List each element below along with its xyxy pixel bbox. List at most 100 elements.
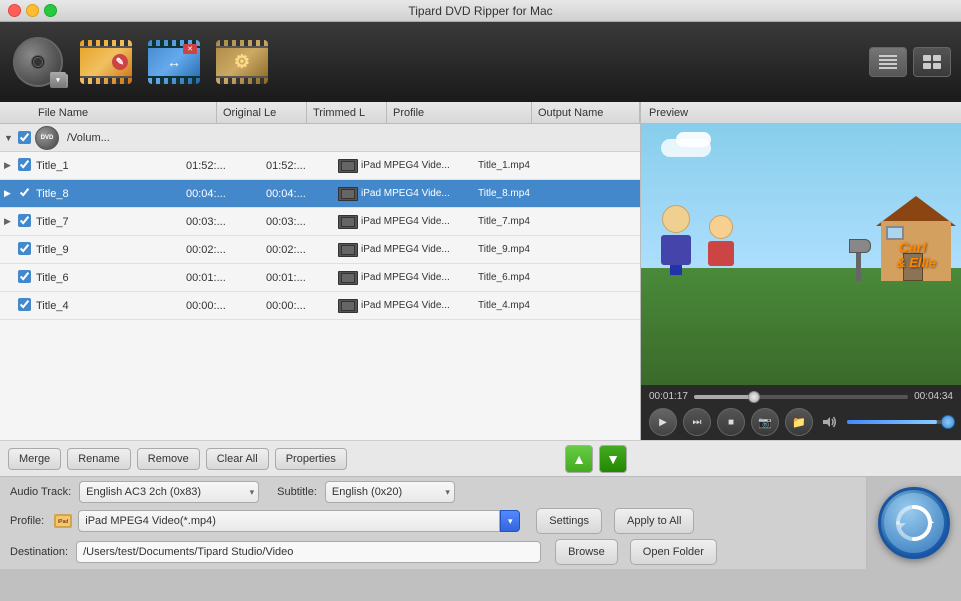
maximize-button[interactable] [44,4,57,17]
file-list-section: File Name Original Le Trimmed L Profile … [0,102,641,440]
bottom-buttons: Merge Rename Remove Clear All Properties… [0,440,961,476]
apply-to-all-button[interactable]: Apply to All [614,508,694,534]
volume-thumb[interactable] [941,415,955,429]
play-button[interactable]: ▶ [649,408,677,436]
convert-button[interactable] [878,487,950,559]
char-head2 [709,215,733,239]
folder-icon: 📁 [792,416,806,429]
forward-icon: ⏭ [693,417,702,428]
row-checkbox[interactable] [18,214,31,227]
file-list-header: File Name Original Le Trimmed L Profile … [0,102,640,124]
dvd-open-button[interactable]: ▾ ▾ [10,34,66,90]
subtitle-select[interactable]: English (0x20) [325,481,455,503]
preview-scene: Carl & Ellie [641,124,961,385]
stop-button[interactable]: ■ [717,408,745,436]
up-arrow-icon: ▲ [572,451,586,467]
cell-original: 00:00:... [186,300,266,312]
row-checkbox[interactable] [18,242,31,255]
ground-background [641,268,961,385]
cell-trimmed: 00:04:... [266,188,338,200]
row-checkbox-container [18,242,36,258]
char-body2 [708,241,734,266]
destination-input[interactable] [76,541,541,563]
rename-button[interactable]: Rename [67,448,131,470]
screenshot-button[interactable]: 📷 [751,408,779,436]
settings-and-convert: Audio Track: English AC3 2ch (0x83) Subt… [0,476,961,569]
audio-track-select[interactable]: English AC3 2ch (0x83) [79,481,259,503]
progress-bar-row: 00:01:17 00:04:34 [649,391,953,402]
convert-icon [884,493,944,553]
minimize-button[interactable] [26,4,39,17]
merge-button[interactable]: Merge [8,448,61,470]
window-title: Tipard DVD Ripper for Mac [408,4,552,18]
progress-thumb[interactable] [748,391,760,403]
root-expand-triangle[interactable]: ▼ [4,133,14,143]
row-checkbox-container [18,158,36,174]
table-row[interactable]: ▶ Title_7 00:03:... 00:03:... iPad MPEG4… [0,208,640,236]
character-old [651,205,701,275]
cell-trimmed: 00:00:... [266,300,338,312]
cell-profile: iPad MPEG4 Vide... [361,272,471,283]
move-up-button[interactable]: ▲ [565,445,593,473]
row-expand-icon[interactable]: ▶ [4,160,18,171]
properties-button[interactable]: Properties [275,448,347,470]
window-controls[interactable] [8,4,57,17]
time-total: 00:04:34 [914,391,953,402]
table-row[interactable]: ▶ Title_1 01:52:... 01:52:... iPad MPEG4… [0,152,640,180]
root-checkbox[interactable] [18,131,31,144]
cell-filename: Title_7 [36,216,186,228]
open-folder-button[interactable]: Open Folder [630,539,717,565]
row-checkbox[interactable] [18,158,31,171]
row-checkbox[interactable] [18,298,31,311]
player-controls: 00:01:17 00:04:34 ▶ ⏭ ■ 📷 [641,385,961,440]
film-edit-button[interactable]: ✎ [78,34,134,90]
row-checkbox-container [18,270,36,286]
profile-icon [338,187,358,201]
header-profile: Profile [387,102,532,123]
volume-track[interactable] [847,420,953,424]
settings-button[interactable]: Settings [536,508,602,534]
folder-button[interactable]: 📁 [785,408,813,436]
preview-header: Preview [641,102,961,124]
film-merge-button[interactable]: ↔ ✕ [146,34,202,90]
profile-icon [338,299,358,313]
browse-button[interactable]: Browse [555,539,618,565]
stop-icon: ■ [728,417,734,428]
film-convert-button[interactable]: ⚙ [214,34,270,90]
header-output: Output Name [532,102,640,123]
progress-track[interactable] [694,395,908,399]
row-checkbox[interactable] [18,186,31,199]
toolbar-right [869,47,951,77]
root-item[interactable]: ▼ DVD /Volum... [0,124,640,152]
profile-dropdown-button[interactable]: ▾ [500,510,520,532]
profile-select-wrapper: iPad ▾ [52,510,522,532]
cell-trimmed: 01:52:... [266,160,338,172]
volume-icon[interactable] [819,411,841,433]
profile-icon [338,159,358,173]
grid-view-button[interactable] [913,47,951,77]
clear-all-button[interactable]: Clear All [206,448,269,470]
table-row[interactable]: Title_9 00:02:... 00:02:... iPad MPEG4 V… [0,236,640,264]
row-expand-icon[interactable]: ▶ [4,188,18,199]
audio-subtitle-row: Audio Track: English AC3 2ch (0x83) Subt… [10,481,856,503]
table-row[interactable]: Title_6 00:01:... 00:01:... iPad MPEG4 V… [0,264,640,292]
preview-title: Preview [649,107,688,119]
table-row[interactable]: ▶ Title_8 00:04:... 00:04:... iPad MPEG4… [0,180,640,208]
profile-input[interactable] [78,510,500,532]
main-area: File Name Original Le Trimmed L Profile … [0,102,961,440]
list-view-button[interactable] [869,47,907,77]
cell-profile: iPad MPEG4 Vide... [361,300,471,311]
move-down-button[interactable]: ▼ [599,445,627,473]
table-row[interactable]: Title_4 00:00:... 00:00:... iPad MPEG4 V… [0,292,640,320]
remove-button[interactable]: Remove [137,448,200,470]
row-checkbox-container [18,298,36,314]
row-checkbox[interactable] [18,270,31,283]
row-expand-icon[interactable]: ▶ [4,216,18,227]
cell-profile: iPad MPEG4 Vide... [361,244,471,255]
row-checkbox-container [18,186,36,202]
cell-filename: Title_8 [36,188,186,200]
volume-fill [847,420,937,424]
toolbar: ▾ ▾ ✎ ↔ ✕ ⚙ [0,22,961,102]
close-button[interactable] [8,4,21,17]
forward-button[interactable]: ⏭ [683,408,711,436]
